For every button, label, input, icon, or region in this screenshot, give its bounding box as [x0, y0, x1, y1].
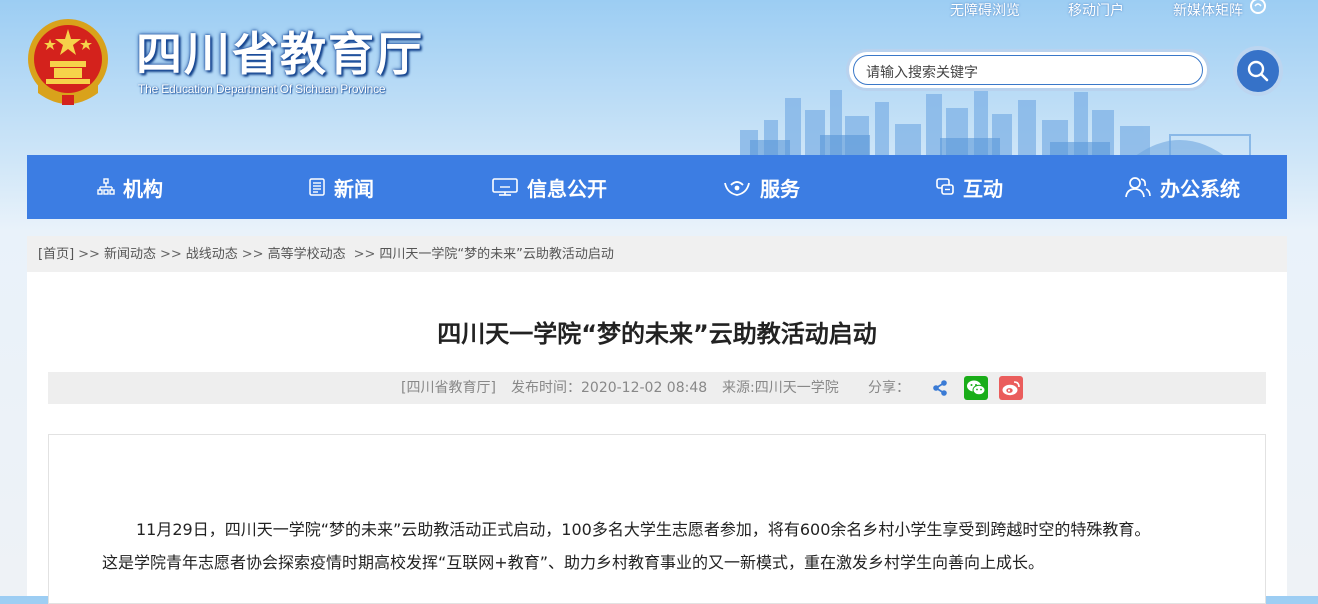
breadcrumb-frontline-dynamics[interactable]: 战线动态 — [186, 247, 238, 262]
news-icon — [309, 178, 325, 196]
nav-item-information-disclosure[interactable]: 信息公开 — [491, 155, 607, 219]
breadcrumb-news-dynamics[interactable]: 新闻动态 — [104, 247, 156, 262]
nav-label-interaction: 互动 — [963, 176, 1003, 201]
article-meta-bar: [四川省教育厅] 发布时间：2020-12-02 08:48 来源:四川天一学院… — [48, 372, 1266, 404]
chat-icon — [936, 178, 954, 195]
nav-label-information-disclosure: 信息公开 — [527, 176, 607, 201]
users-icon — [1125, 177, 1151, 198]
new-media-matrix-link[interactable]: 新媒体矩阵 — [1173, 0, 1243, 20]
breadcrumb-current-article[interactable]: 四川天一学院“梦的未来”云助教活动启动 — [379, 247, 613, 262]
monitor-icon — [492, 178, 518, 196]
search-inner-border — [853, 55, 1203, 85]
breadcrumb-separator: >> — [241, 247, 264, 262]
breadcrumb-higher-education[interactable]: 高等学校动态 — [268, 247, 346, 262]
breadcrumb-separator: >> — [159, 247, 182, 262]
wechat-icon — [967, 380, 986, 396]
nav-label-organization: 机构 — [123, 176, 163, 201]
share-button[interactable] — [928, 376, 952, 400]
site-title: 四川省教育厅 — [136, 27, 424, 81]
article-title: 四川天一学院“梦的未来”云助教活动启动 — [437, 320, 877, 348]
search-icon — [1247, 60, 1269, 82]
nav-item-news[interactable]: 新闻 — [308, 155, 374, 219]
search-button[interactable] — [1233, 46, 1283, 96]
hands-icon — [724, 181, 750, 196]
share-icon — [933, 380, 947, 396]
share-weibo-button[interactable] — [999, 376, 1023, 400]
meta-source: [四川省教育厅] — [401, 380, 496, 396]
meta-publish-date: 发布时间：2020-12-02 08:48 — [511, 380, 708, 396]
org-icon — [97, 178, 115, 195]
weibo-icon — [1002, 381, 1020, 396]
nav-item-organization[interactable]: 机构 — [97, 155, 163, 219]
breadcrumb-separator: >> — [78, 247, 100, 262]
site-subtitle: The Education Department Of Sichuan Prov… — [138, 82, 386, 96]
share-label: 分享： — [868, 380, 910, 396]
header: 四川省教育厅 The Education Department Of Sichu… — [0, 0, 1318, 160]
breadcrumb-separator: >> — [353, 247, 376, 262]
accessible-browsing-link[interactable]: 无障碍浏览 — [950, 0, 1020, 20]
share-wechat-button[interactable] — [964, 376, 988, 400]
nav-item-office-system[interactable]: 办公系统 — [1124, 155, 1240, 219]
article-paragraph: 这是学院青年志愿者协会探索疫情时期高校发挥“互联网+教育”、助力乡村教育事业的又… — [102, 553, 1044, 572]
nav-label-news: 新闻 — [334, 176, 374, 201]
breadcrumb-home[interactable]: [首页] — [38, 247, 74, 262]
article-paragraph: 11月29日，四川天一学院“梦的未来”云助教活动正式启动，100多名大学生志愿者… — [136, 520, 1151, 539]
nav-label-office-system: 办公系统 — [1160, 176, 1240, 201]
mobile-portal-link[interactable]: 移动门户 — [1068, 0, 1124, 20]
meta-origin: 来源:四川天一学院 — [722, 380, 839, 396]
breadcrumb: [首页] >> 新闻动态 >> 战线动态 >> 高等学校动态 >> 四川天一学院“梦的未来”云助… — [27, 236, 1287, 272]
main-nav: 机构 新闻 信息公开 服务 互动 办公系统 — [27, 155, 1287, 219]
search-box — [846, 49, 1210, 91]
nav-item-service[interactable]: 服务 — [722, 155, 800, 219]
search-input[interactable] — [864, 62, 1198, 84]
new-media-icon — [1250, 0, 1266, 14]
national-emblem-logo — [28, 19, 108, 105]
city-skyline-image — [740, 86, 1251, 160]
nav-label-service: 服务 — [760, 176, 800, 201]
nav-item-interaction[interactable]: 互动 — [935, 155, 1003, 219]
